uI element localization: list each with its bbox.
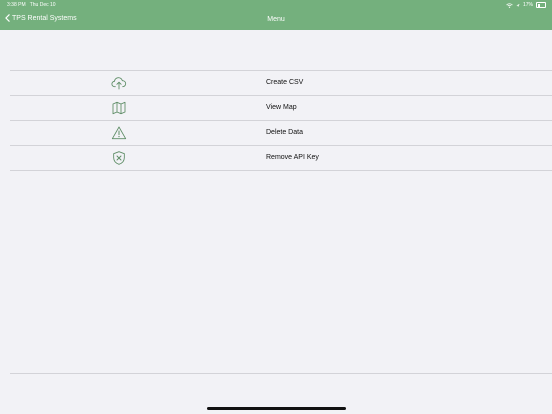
menu-item-create-csv[interactable]: Create CSV <box>10 71 552 96</box>
menu-list: Create CSV View Map Delete Data Remove A… <box>10 70 552 171</box>
home-indicator[interactable] <box>207 407 346 410</box>
menu-item-delete-data[interactable]: Delete Data <box>10 121 552 146</box>
warning-icon <box>111 126 127 140</box>
battery-icon <box>536 2 546 8</box>
status-time: 3:38 PM Thu Dec 10 <box>7 2 56 8</box>
map-icon <box>112 101 126 115</box>
cloud-upload-icon <box>111 77 127 90</box>
bottom-divider <box>10 373 552 374</box>
menu-item-label: Remove API Key <box>266 154 319 161</box>
status-right: 17% <box>506 2 546 8</box>
menu-item-remove-api-key[interactable]: Remove API Key <box>10 146 552 171</box>
navigation-bar: 3:38 PM Thu Dec 10 17% TPS Rental System… <box>0 0 552 30</box>
status-date-text: Thu Dec 10 <box>29 2 56 8</box>
menu-item-label: Create CSV <box>266 79 304 86</box>
shield-x-icon <box>113 151 125 165</box>
status-time-text: 3:38 PM <box>7 2 26 8</box>
wifi-icon <box>506 2 513 8</box>
menu-item-label: View Map <box>266 104 297 111</box>
battery-percent: 17% <box>522 2 533 8</box>
page-title: Menu <box>267 16 285 23</box>
location-icon <box>516 3 520 7</box>
menu-item-view-map[interactable]: View Map <box>10 96 552 121</box>
menu-item-label: Delete Data <box>266 129 303 136</box>
